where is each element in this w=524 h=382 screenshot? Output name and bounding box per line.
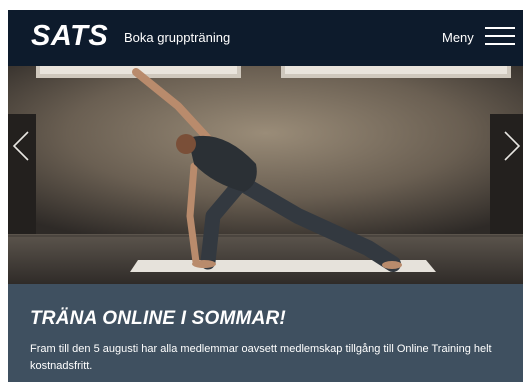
site-header: SATS Boka gruppträning Meny [8,10,523,66]
book-group-training-link[interactable]: Boka gruppträning [124,30,230,45]
sats-page: SATS Boka gruppträning Meny TRÄNA ONLINE… [8,10,523,382]
chevron-left-icon [12,131,29,161]
hero-image [8,66,523,284]
carousel-next-button[interactable] [499,128,523,164]
promo-text: Fram till den 5 augusti har alla medlemm… [30,343,492,372]
promo-caption: TRÄNA ONLINE I SOMMAR! Fram till den 5 a… [8,284,523,382]
carousel-prev-button[interactable] [10,128,34,164]
promo-title[interactable]: TRÄNA ONLINE I SOMMAR! [30,308,286,330]
chevron-right-icon [504,131,521,161]
hamburger-menu-icon[interactable] [485,25,515,47]
menu-label[interactable]: Meny [442,30,474,45]
hero-carousel [8,66,523,284]
sats-logo[interactable]: SATS [31,20,108,53]
